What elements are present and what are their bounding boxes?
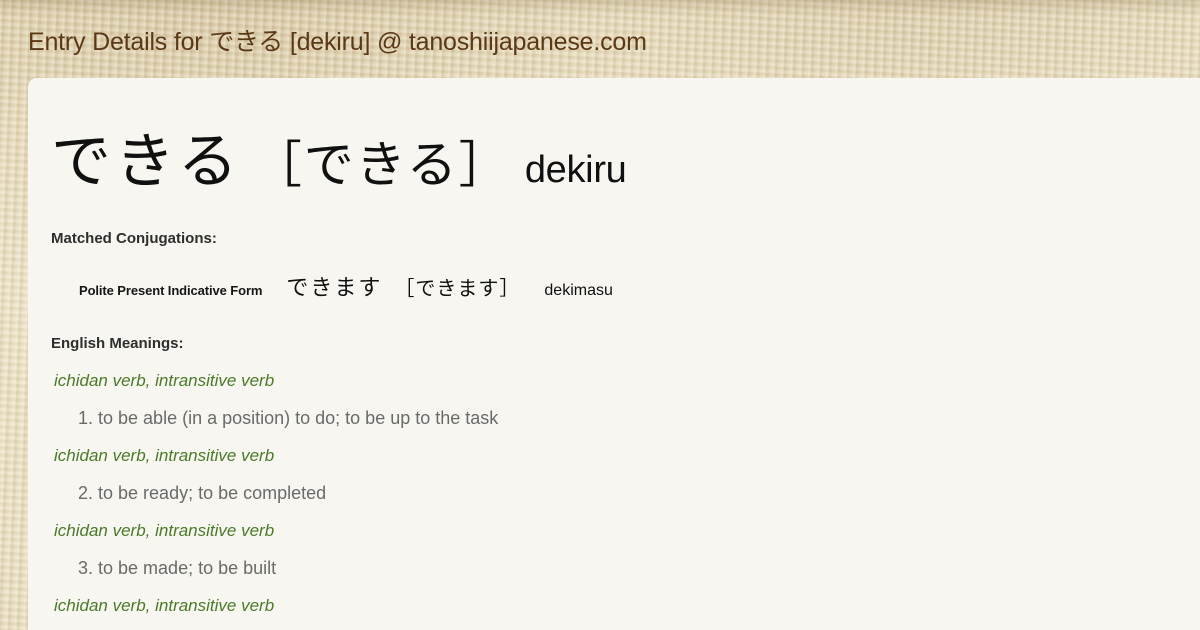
conjugation-form-label: Polite Present Indicative Form — [79, 283, 263, 298]
conjugation-romaji: dekimasu — [544, 282, 613, 299]
conjugation-kana: できます — [286, 276, 383, 301]
entry-word-romaji: dekiru — [524, 149, 627, 191]
page-title-suffix: [dekiru] @ tanoshiijapanese.com — [283, 28, 647, 56]
page-title-prefix: Entry Details for — [28, 28, 210, 56]
meaning-definition: 3. to be made; to be built — [78, 558, 277, 578]
part-of-speech-label: ichidan verb, intransitive verb — [54, 521, 275, 540]
entry-word-kana: できる — [51, 127, 242, 197]
english-meanings-heading: English Meanings: — [51, 335, 184, 352]
conjugation-reading: ［できます］ — [394, 276, 521, 300]
part-of-speech-label: ichidan verb, intransitive verb — [54, 446, 275, 465]
meaning-group: ichidan verb, intransitive verb 1. to be… — [28, 366, 1200, 441]
part-of-speech-label: ichidan verb, intransitive verb — [54, 596, 275, 615]
meaning-definition: 1. to be able (in a position) to do; to … — [78, 408, 499, 428]
page-title-word: できる — [209, 27, 284, 56]
meaning-group: ichidan verb, intransitive verb 3. to be… — [28, 516, 1200, 591]
meaning-definition: 2. to be ready; to be completed — [78, 483, 327, 503]
entry-heading: できる ［できる］ dekiru — [51, 113, 627, 200]
meaning-group: ichidan verb, intransitive verb — [28, 591, 1200, 621]
part-of-speech-label: ichidan verb, intransitive verb — [54, 371, 275, 390]
entry-word-reading: ［できる］ — [251, 136, 511, 194]
entry-details-panel: できる ［できる］ dekiru Matched Conjugations: Pol… — [28, 78, 1200, 630]
page-title: Entry Details for できる [dekiru] @ tanoshi… — [28, 26, 647, 58]
meaning-group: ichidan verb, intransitive verb 2. to be… — [28, 441, 1200, 516]
matched-conjugations-heading: Matched Conjugations: — [51, 230, 217, 247]
conjugation-row[interactable]: Polite Present Indicative Form できます ［できま… — [79, 270, 613, 302]
english-meanings-list: ichidan verb, intransitive verb 1. to be… — [28, 366, 1200, 621]
